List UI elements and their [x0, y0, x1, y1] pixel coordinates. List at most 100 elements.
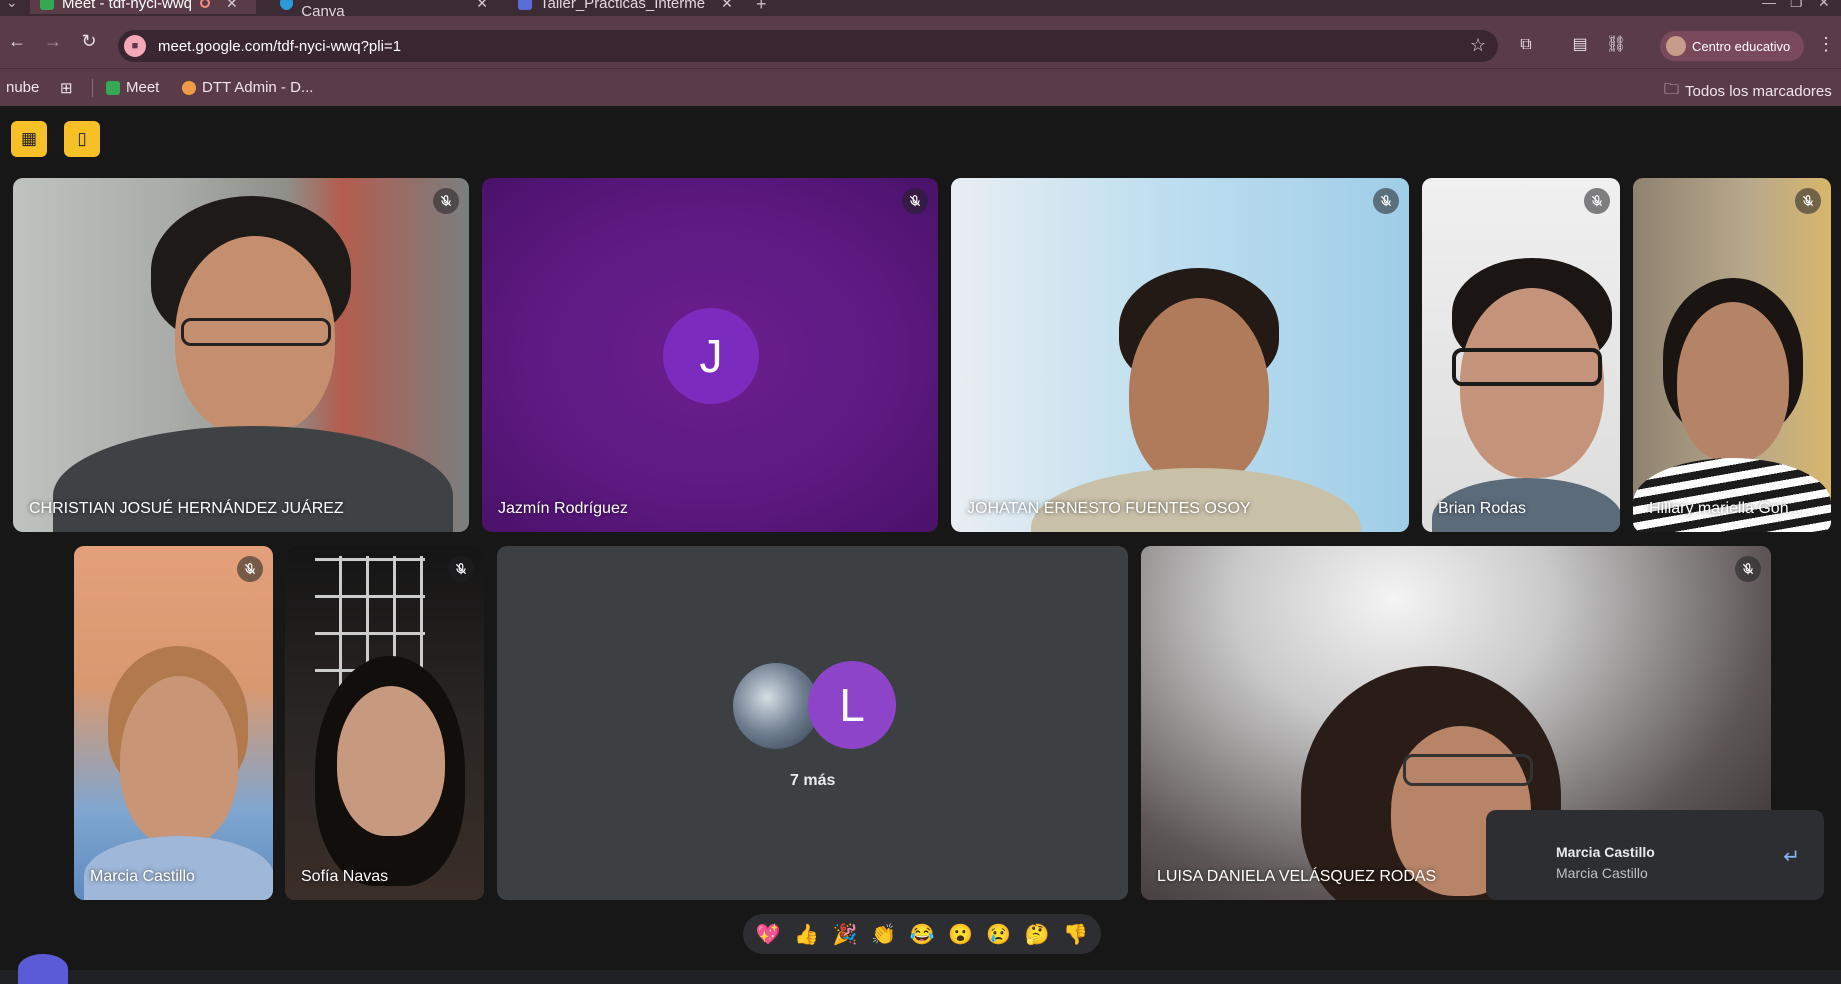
folder-icon: 🗀 [1664, 81, 1680, 98]
participant-name: JOHATAN ERNESTO FUENTES OSOY [967, 500, 1251, 517]
glasses [1403, 754, 1533, 786]
participant-tile-christian[interactable]: CHRISTIAN JOSUÉ HERNÁNDEZ JUÁREZ [13, 178, 469, 532]
participant-tile-jazmin[interactable]: J Jazmín Rodríguez [482, 178, 938, 532]
bookmark-label: nube [6, 79, 40, 96]
reaction-laugh-button[interactable]: 😂 [905, 922, 939, 947]
participant-name: Brian Rodas [1438, 500, 1527, 517]
muted-mic-icon [1584, 188, 1610, 214]
browser-tab-bar: ⌄ Meet - tdf-nyci-wwq ✕ Inicio - Canva ✕… [0, 0, 1841, 16]
tab-label: Taller_Practicas_Interme [540, 0, 706, 12]
address-bar[interactable]: ■ meet.google.com/tdf-nyci-wwq?pli=1 ☆ [118, 30, 1498, 62]
participant-tile-sofia[interactable]: Sofía Navas [285, 546, 484, 900]
notification-title: Marcia Castillo [1556, 844, 1655, 860]
muted-mic-icon [1373, 188, 1399, 214]
reload-icon[interactable]: ↻ [78, 30, 100, 52]
profile-chip[interactable]: Centro educativo [1660, 31, 1804, 61]
bookmark-divider [92, 79, 93, 97]
muted-mic-icon [237, 556, 263, 582]
door-icon[interactable]: ▯ [64, 121, 100, 157]
participant-avatar: L [808, 661, 896, 749]
close-icon[interactable]: ✕ [476, 0, 488, 12]
dtt-favicon-icon [182, 80, 196, 95]
back-icon[interactable]: ← [6, 30, 28, 52]
reaction-surprised-button[interactable]: 😮 [943, 922, 977, 947]
close-icon[interactable]: ✕ [226, 0, 238, 12]
bottom-avatar[interactable] [18, 954, 68, 984]
apps-grid-icon[interactable]: ⊞ [60, 79, 73, 97]
glasses [181, 318, 331, 346]
bookmark-label: Meet [126, 79, 160, 96]
more-menu-icon[interactable]: ⋮ [1817, 34, 1835, 55]
url-text[interactable]: meet.google.com/tdf-nyci-wwq?pli=1 [158, 38, 401, 55]
video-person-face [120, 676, 238, 846]
link-icon[interactable]: ⛓ [1606, 35, 1626, 55]
meet-favicon-icon [40, 0, 54, 10]
muted-mic-icon [433, 188, 459, 214]
participant-tile-others[interactable]: L 7 más [497, 546, 1128, 900]
bookmark-dtt-admin[interactable]: DTT Admin - D... [182, 79, 313, 96]
muted-mic-icon [1735, 556, 1761, 582]
tab-meet[interactable]: Meet - tdf-nyci-wwq ✕ [30, 0, 256, 14]
reaction-heart-button[interactable]: 💖 [751, 922, 785, 947]
video-person-face [1129, 298, 1269, 488]
site-camera-icon[interactable]: ■ [124, 35, 146, 57]
profile-avatar [1666, 36, 1686, 56]
camera-off-grid-icon[interactable]: ▦ [11, 121, 47, 157]
tab-taller[interactable]: Taller_Practicas_Interme ✕ [508, 0, 744, 14]
forward-icon[interactable]: → [42, 30, 64, 52]
video-person-face [1677, 302, 1789, 462]
participant-avatar-photo [733, 663, 819, 749]
reactions-bar: 💖 👍 🎉 👏 😂 😮 😢 🤔 👎 [743, 914, 1101, 954]
bookmark-nube[interactable]: nube [6, 79, 39, 96]
profile-label: Centro educativo [1692, 38, 1791, 54]
tab-canva[interactable]: Inicio - Canva ✕ [270, 0, 498, 16]
participant-tile-hillary[interactable]: Hillary mariella Gon... [1633, 178, 1831, 532]
participant-name: LUISA DANIELA VELÁSQUEZ RODAS [1157, 868, 1437, 885]
side-panel-icon[interactable]: ▤ [1570, 35, 1590, 55]
participant-name: Hillary mariella Gon... [1649, 500, 1802, 517]
participant-avatar: J [663, 308, 759, 404]
all-bookmarks[interactable]: 🗀 Todos los marcadores [1664, 79, 1832, 104]
restore-icon[interactable]: ❐ [1790, 0, 1803, 11]
video-person-face [337, 686, 445, 836]
new-tab-button[interactable]: + [756, 0, 767, 15]
muted-mic-icon [448, 556, 474, 582]
muted-mic-icon [1795, 188, 1821, 214]
participant-tile-brian[interactable]: Brian Rodas [1422, 178, 1620, 532]
meet-favicon-icon [106, 80, 120, 95]
bookmark-label: DTT Admin - D... [202, 79, 314, 96]
reaction-party-button[interactable]: 🎉 [828, 922, 862, 947]
muted-mic-icon [902, 188, 928, 214]
tab-label: Meet - tdf-nyci-wwq [62, 0, 193, 12]
all-bookmarks-label: Todos los marcadores [1685, 83, 1832, 100]
participant-name: CHRISTIAN JOSUÉ HERNÁNDEZ JUÁREZ [29, 500, 344, 517]
reaction-clap-button[interactable]: 👏 [867, 922, 901, 947]
participant-name: Jazmín Rodríguez [498, 500, 628, 517]
chat-notification[interactable]: Marcia Castillo Marcia Castillo ↵ [1486, 810, 1824, 900]
shield-favicon-icon [518, 0, 532, 10]
notification-subtitle: Marcia Castillo [1556, 865, 1648, 881]
participant-tile-johatan[interactable]: JOHATAN ERNESTO FUENTES OSOY [951, 178, 1409, 532]
recording-icon [200, 0, 211, 8]
bookmarks-bar: nube ⊞ Meet DTT Admin - D... 🗀 Todos los… [0, 68, 1841, 106]
reaction-thumbs-up-button[interactable]: 👍 [790, 922, 824, 947]
close-icon[interactable]: ✕ [721, 0, 733, 12]
bookmark-star-icon[interactable]: ☆ [1470, 35, 1486, 56]
minimize-icon[interactable]: — [1762, 0, 1776, 10]
reaction-thumbs-down-button[interactable]: 👎 [1059, 922, 1093, 947]
bookmark-meet[interactable]: Meet [106, 79, 159, 96]
meet-stage: ▦ ▯ CHRISTIAN JOSUÉ HERNÁNDEZ JUÁREZ J J… [0, 106, 1841, 984]
more-participants-label: 7 más [790, 772, 836, 789]
participant-tile-marcia[interactable]: Marcia Castillo [74, 546, 273, 900]
glasses [1452, 348, 1602, 386]
reaction-thinking-button[interactable]: 🤔 [1020, 922, 1054, 947]
canva-favicon-icon [280, 0, 294, 10]
tab-label: Inicio - Canva [301, 0, 345, 16]
tab-search-icon[interactable]: ⌄ [6, 0, 18, 11]
participant-name: Marcia Castillo [90, 868, 195, 885]
extensions-icon[interactable]: ⧉ [1516, 35, 1536, 55]
participant-name: Sofía Navas [301, 868, 389, 885]
reaction-sad-button[interactable]: 😢 [982, 922, 1016, 947]
close-window-icon[interactable]: ✕ [1818, 0, 1830, 11]
reply-arrow-icon[interactable]: ↵ [1783, 844, 1800, 869]
